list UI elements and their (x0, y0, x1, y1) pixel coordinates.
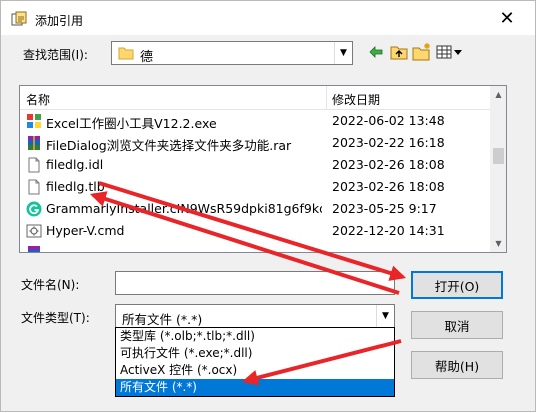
file-name: Excel工作圈小工具V12.2.exe (46, 116, 217, 131)
rar-icon (28, 246, 40, 252)
file-date: 2023-02-22 16:18 (332, 135, 445, 150)
chevron-down-icon[interactable]: ▼ (376, 305, 394, 327)
file-type-dropdown: 类型库 (*.olb;*.tlb;*.dll) 可执行文件 (*.exe;*.d… (115, 327, 395, 397)
file-type-option[interactable]: 可执行文件 (*.exe;*.dll) (116, 345, 394, 362)
column-divider[interactable] (326, 86, 327, 110)
file-row[interactable]: Hyper-V.cmd 2022-12-20 14:31 (20, 220, 490, 242)
file-date: 2022-06-02 13:48 (332, 113, 445, 128)
file-row[interactable]: FileDialog浏览文件夹选择文件夹多功能.rar 2023-02-22 1… (20, 132, 490, 154)
open-button[interactable]: 打开(O) (411, 271, 503, 299)
grammarly-icon (26, 201, 42, 217)
exe-icon (27, 114, 41, 128)
file-type-option[interactable]: ActiveX 控件 (*.ocx) (116, 362, 394, 379)
add-reference-dialog: 添加引用 ✕ 查找范围(I): 德 ▼ 名称 修改日期 Excel工作圈小工具V… (0, 0, 536, 412)
file-row[interactable]: filedlg.tlb 2023-02-26 18:08 (20, 176, 490, 198)
file-type-option-selected[interactable]: 所有文件 (*.*) (116, 379, 394, 396)
file-row[interactable]: Excel工作圈小工具V12.2.exe 2022-06-02 13:48 (20, 110, 490, 132)
file-type-combo[interactable]: 所有文件 (*.*) ▼ (115, 304, 395, 328)
title-bar: 添加引用 ✕ (1, 1, 535, 35)
scroll-thumb[interactable] (493, 148, 504, 164)
vertical-scrollbar[interactable]: ▲ ▼ (490, 86, 506, 252)
scroll-down-icon[interactable]: ▼ (490, 235, 506, 252)
file-date: 2023-02-26 18:08 (332, 179, 445, 194)
close-icon: ✕ (499, 7, 515, 29)
window-title: 添加引用 (35, 14, 84, 28)
look-in-value: 德 (140, 50, 154, 65)
scroll-up-icon[interactable]: ▲ (490, 86, 506, 103)
file-rows: Excel工作圈小工具V12.2.exe 2022-06-02 13:48 Fi… (20, 110, 490, 252)
file-name: filedlg.tlb (46, 179, 105, 194)
new-folder-icon[interactable] (411, 43, 433, 61)
help-button[interactable]: 帮助(H) (411, 351, 503, 379)
app-icon (11, 11, 27, 26)
file-icon (28, 157, 40, 173)
file-name: Hyper-V.cmd (46, 223, 125, 238)
file-name: GrammarlyInstaller.cIN9WsR59dpki81g6f9kq… (46, 201, 322, 216)
cmd-icon (26, 224, 42, 238)
file-name: FileDialog浏览文件夹选择文件夹多功能.rar (46, 138, 292, 153)
file-row[interactable]: GrammarlyInstaller.cIN9WsR59dpki81g6f9kq… (20, 198, 490, 220)
file-row[interactable]: filedlg.idl 2023-02-26 18:08 (20, 154, 490, 176)
up-folder-icon[interactable] (389, 43, 409, 61)
folder-icon (118, 47, 134, 60)
file-date: 2022-12-20 14:31 (332, 223, 445, 238)
file-type-label: 文件类型(T): (21, 311, 90, 325)
look-in-label: 查找范围(I): (23, 48, 88, 62)
back-arrow-icon[interactable] (367, 43, 385, 61)
view-menu-icon[interactable] (435, 43, 465, 61)
column-date-header[interactable]: 修改日期 (332, 91, 380, 108)
look-in-combo[interactable]: 德 ▼ (111, 41, 353, 65)
file-name: filedlg.idl (46, 157, 104, 172)
column-name-header[interactable]: 名称 (26, 91, 50, 108)
rar-icon (28, 136, 40, 150)
close-button[interactable]: ✕ (479, 1, 535, 35)
file-icon (28, 179, 40, 195)
file-row[interactable] (20, 242, 490, 252)
file-name-input[interactable] (115, 271, 395, 295)
file-date: 2023-05-25 9:17 (332, 201, 437, 216)
file-name-label: 文件名(N): (21, 278, 80, 292)
cancel-button[interactable]: 取消 (411, 311, 503, 339)
file-type-option[interactable]: 类型库 (*.olb;*.tlb;*.dll) (116, 328, 394, 345)
file-type-value: 所有文件 (*.*) (122, 312, 203, 327)
file-list[interactable]: 名称 修改日期 Excel工作圈小工具V12.2.exe 2022-06-02 … (19, 85, 507, 253)
chevron-down-icon[interactable]: ▼ (334, 42, 352, 64)
file-date: 2023-02-26 18:08 (332, 157, 445, 172)
list-header: 名称 修改日期 (20, 86, 490, 110)
